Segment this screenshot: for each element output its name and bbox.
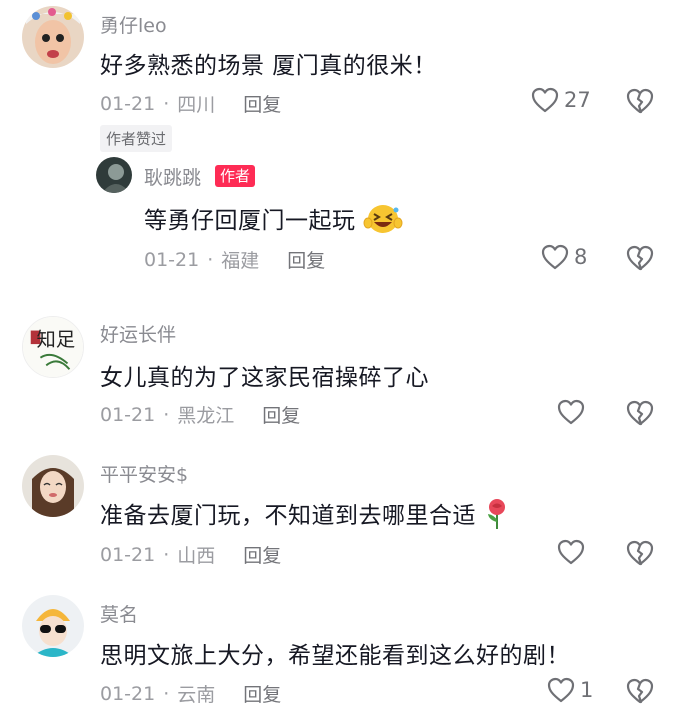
like-button[interactable]: 8 — [540, 243, 587, 271]
separator-dot: · — [163, 92, 170, 115]
comment-location: 四川 — [177, 94, 216, 116]
comment-username[interactable]: 勇仔leo — [100, 11, 167, 38]
reply-button[interactable]: 回复 — [243, 541, 281, 568]
heart-icon — [531, 87, 559, 113]
rose-emoji-icon — [484, 498, 510, 536]
separator-dot: · — [163, 403, 170, 426]
broken-heart-icon — [626, 678, 654, 704]
like-button[interactable]: 1 — [546, 676, 593, 704]
reply-button[interactable]: 回复 — [243, 90, 281, 117]
separator-dot: · — [207, 248, 214, 271]
reply-item: 耿跳跳 作者 等勇仔回厦门一起玩 01-21 · 福建 回复 8 — [0, 150, 681, 280]
comment-text: 好多熟悉的场景 厦门真的很米！ — [100, 53, 437, 79]
comment-date: 01-21 — [100, 682, 156, 705]
reply-button[interactable]: 回复 — [262, 401, 300, 428]
comment-username[interactable]: 好运长伴 — [100, 320, 176, 347]
dislike-button[interactable] — [626, 539, 654, 567]
avatar[interactable] — [96, 157, 132, 193]
heart-icon — [547, 677, 575, 703]
author-tag: 作者 — [215, 165, 256, 187]
comment-meta: 01-21 · 福建 回复 — [144, 246, 325, 273]
broken-heart-icon — [626, 245, 654, 271]
comment-text: 女儿真的为了这家民宿操碎了心 — [100, 365, 429, 391]
like-count: 27 — [564, 88, 591, 112]
comment-item: 平平安安$ 准备去厦门玩，不知道到去哪里合适 01-21 · 山西 回复 — [0, 450, 681, 590]
comment-location: 福建 — [221, 250, 260, 272]
comment-item: 勇仔leo 好多熟悉的场景 厦门真的很米！ 01-21 · 四川 回复 27 作… — [0, 0, 681, 152]
comment-text: 准备去厦门玩，不知道到去哪里合适 — [100, 496, 510, 536]
dislike-button[interactable] — [626, 399, 654, 427]
dislike-button[interactable] — [626, 677, 654, 705]
like-button[interactable] — [556, 538, 586, 566]
heart-icon — [541, 244, 569, 270]
comment-item: 莫名 思明文旅上大分，希望还能看到这么好的剧！ 01-21 · 云南 回复 1 — [0, 590, 681, 722]
liked-by-author-badge: 作者赞过 — [100, 125, 173, 152]
comment-text-body: 准备去厦门玩，不知道到去哪里合适 — [100, 503, 476, 529]
comment-date: 01-21 — [100, 543, 156, 566]
broken-heart-icon — [626, 540, 654, 566]
comment-location: 山西 — [177, 545, 216, 567]
heart-icon — [557, 539, 585, 565]
reply-button[interactable]: 回复 — [287, 246, 325, 273]
dislike-button[interactable] — [626, 244, 654, 272]
like-button[interactable] — [556, 398, 586, 426]
broken-heart-icon — [626, 400, 654, 426]
avatar-image — [22, 455, 84, 517]
avatar[interactable] — [22, 455, 84, 517]
reply-button[interactable]: 回复 — [243, 680, 281, 707]
like-button[interactable]: 27 — [530, 86, 591, 114]
avatar[interactable] — [22, 595, 84, 657]
separator-dot: · — [163, 682, 170, 705]
avatar-image — [22, 6, 84, 68]
comment-meta: 01-21 · 云南 回复 — [100, 680, 281, 707]
dislike-button[interactable] — [626, 87, 654, 115]
like-count: 8 — [574, 245, 588, 269]
broken-heart-icon — [626, 88, 654, 114]
comment-text: 思明文旅上大分，希望还能看到这么好的剧！ — [100, 643, 570, 669]
comment-meta: 01-21 · 四川 回复 — [100, 90, 281, 117]
comment-text: 等勇仔回厦门一起玩 — [144, 201, 403, 241]
avatar-logo-text: 知足 — [37, 328, 76, 351]
comment-text-body: 等勇仔回厦门一起玩 — [144, 208, 356, 234]
comment-date: 01-21 — [144, 248, 200, 271]
comment-item: 知足 好运长伴 女儿真的为了这家民宿操碎了心 01-21 · 黑龙江 回复 — [0, 310, 681, 450]
like-count: 1 — [580, 678, 594, 702]
avatar[interactable] — [22, 6, 84, 68]
comment-meta: 01-21 · 黑龙江 回复 — [100, 401, 300, 428]
avatar-logo-image: 知足 — [23, 317, 83, 377]
avatar[interactable]: 知足 — [22, 316, 84, 378]
comment-username[interactable]: 平平安安$ — [100, 460, 188, 487]
comment-username[interactable]: 耿跳跳 — [144, 163, 201, 190]
comment-date: 01-21 — [100, 92, 156, 115]
avatar-image — [22, 595, 84, 657]
comment-username[interactable]: 莫名 — [100, 600, 138, 627]
comment-date: 01-21 — [100, 403, 156, 426]
comment-meta: 01-21 · 山西 回复 — [100, 541, 281, 568]
heart-icon — [557, 399, 585, 425]
avatar-image — [96, 157, 132, 193]
separator-dot: · — [163, 543, 170, 566]
comment-location: 黑龙江 — [177, 405, 235, 427]
laughing-wink-emoji-icon — [363, 203, 403, 241]
comment-location: 云南 — [177, 684, 216, 706]
